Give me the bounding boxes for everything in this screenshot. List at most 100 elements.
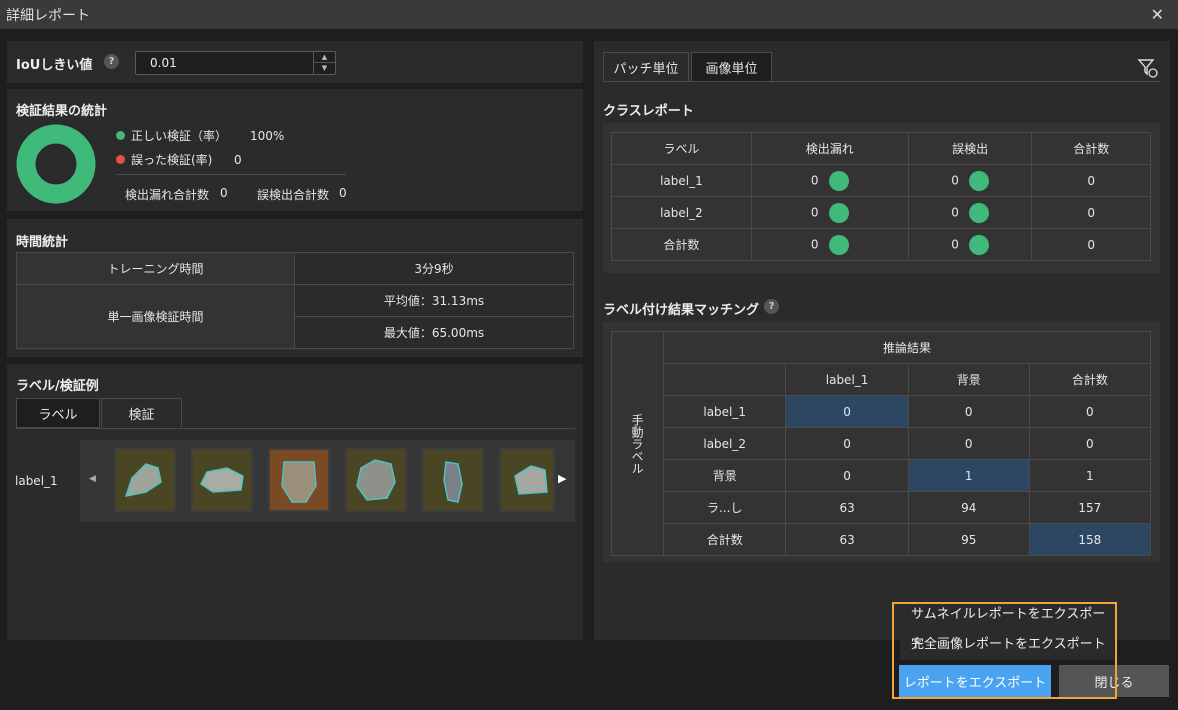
help-icon[interactable]: ? — [764, 299, 779, 314]
matrix-cell: 63 — [785, 523, 909, 556]
thumbnail-image — [347, 450, 405, 510]
matching-box: 手動ラベル 推論結果 label_1 背景 合計数 label_1 0 0 0 … — [603, 322, 1160, 562]
thumbnail-image — [424, 450, 482, 510]
status-dot-icon — [828, 234, 849, 255]
single-label: 単一画像検証時間 — [16, 284, 295, 349]
status-dot-icon — [828, 202, 849, 223]
false-cell: 0 — [907, 164, 1033, 197]
spin-down-icon[interactable]: ▼ — [314, 63, 335, 74]
matrix-cell: 0 — [907, 395, 1030, 428]
example-row-label: label_1 — [15, 474, 58, 488]
spin-up-icon[interactable]: ▲ — [314, 52, 335, 63]
table-row: ラ...し 63 94 157 — [612, 491, 1152, 524]
next-arrow-icon[interactable]: ▶ — [558, 472, 566, 485]
unit-tabs-underline — [603, 81, 1160, 82]
matrix-cell: 94 — [907, 491, 1030, 524]
row-label: label_2 — [662, 427, 787, 460]
thumbnail[interactable] — [422, 448, 484, 512]
row-label: ラ...し — [662, 491, 787, 524]
matrix-cell: 0 — [1028, 395, 1152, 428]
iou-value[interactable]: 0.01 — [150, 56, 177, 70]
iou-threshold-input[interactable]: 0.01 ▲ ▼ — [135, 51, 336, 75]
col-header: 誤検出 — [907, 132, 1033, 165]
status-dot-icon — [968, 170, 989, 191]
matrix-cell: 0 — [785, 395, 909, 428]
donut-chart — [16, 124, 96, 204]
thumbnail[interactable] — [114, 448, 176, 512]
unit-tabs: パッチ単位 画像単位 — [603, 52, 772, 82]
close-icon[interactable]: ✕ — [1151, 5, 1164, 24]
sample-shape-icon — [514, 465, 548, 495]
matching-title: ラベル付け結果マッチング — [603, 303, 760, 318]
matching-table: 手動ラベル 推論結果 label_1 背景 合計数 label_1 0 0 0 … — [611, 331, 1152, 556]
status-dot-icon — [968, 234, 989, 255]
thumbnail[interactable] — [191, 448, 253, 512]
example-tabs: ラベル 検証 — [16, 398, 182, 428]
thumbnail[interactable] — [499, 448, 555, 512]
status-dot-icon — [968, 202, 989, 223]
matrix-cell: 1 — [907, 459, 1030, 492]
false-value: 0 — [951, 205, 959, 219]
max-value: 最大値：65.00ms — [294, 316, 574, 349]
correct-value: 100% — [250, 128, 285, 143]
false-value: 0 — [951, 173, 959, 187]
class-report-box: ラベル 検出漏れ 誤検出 合計数 label_1 0 0 0 label_2 0… — [603, 123, 1160, 273]
export-thumbnail-menu-item[interactable]: サムネイルレポートをエクスポート — [900, 600, 1114, 652]
row-label: label_1 — [611, 164, 752, 197]
time-panel: 時間統計 トレーニング時間 3分9秒 単一画像検証時間 平均値：31.13ms … — [7, 219, 583, 357]
thumbnail[interactable] — [268, 448, 330, 512]
false-value: 0 — [339, 186, 347, 200]
correct-legend: 正しい検証（率） 100% — [116, 127, 284, 144]
time-title: 時間統計 — [16, 235, 69, 250]
matrix-cell: 0 — [1028, 427, 1152, 460]
tab-patch[interactable]: パッチ単位 — [603, 52, 689, 82]
title-bar: 詳細レポート ✕ — [0, 0, 1178, 29]
wrong-value: 0 — [234, 152, 242, 167]
matrix-cell: 0 — [907, 427, 1030, 460]
tab-verify[interactable]: 検証 — [101, 398, 182, 428]
false-cell: 0 — [907, 228, 1033, 261]
matrix-cell: 95 — [907, 523, 1030, 556]
col-header: 合計数 — [1028, 363, 1152, 396]
stats-title: 検証結果の統計 — [16, 104, 108, 119]
thumbnail[interactable] — [345, 448, 407, 512]
time-table: トレーニング時間 3分9秒 単一画像検証時間 平均値：31.13ms 最大値：6… — [16, 252, 574, 349]
matrix-cell: 158 — [1028, 523, 1152, 556]
export-full-menu-item[interactable]: 完全画像レポートをエクスポート — [900, 630, 1114, 660]
training-label: トレーニング時間 — [16, 252, 295, 285]
correct-label: 正しい検証（率） — [131, 129, 228, 143]
examples-title: ラベル/検証例 — [16, 379, 99, 394]
sample-shape-icon — [281, 461, 317, 503]
matrix-cell: 157 — [1028, 491, 1152, 524]
missed-cell: 0 — [750, 196, 909, 229]
prev-arrow-icon[interactable]: ◀ — [89, 474, 96, 484]
correct-dot — [116, 131, 125, 140]
table-row: 合計数 63 95 158 — [612, 523, 1152, 556]
table-row: label_2 0 0 0 — [611, 196, 1151, 229]
missed-label: 検出漏れ合計数 — [125, 188, 210, 202]
matrix-cell: 1 — [1028, 459, 1152, 492]
table-row: label_2 0 0 0 — [612, 427, 1152, 460]
tab-underline — [16, 428, 575, 429]
col-header: 背景 — [907, 363, 1030, 396]
avg-value: 平均値：31.13ms — [294, 284, 574, 317]
tab-image[interactable]: 画像単位 — [691, 52, 772, 82]
close-button[interactable]: 閉じる — [1059, 665, 1169, 697]
help-icon[interactable]: ? — [104, 54, 119, 69]
thumbnail-image — [116, 450, 174, 510]
total-cell: 0 — [1031, 164, 1151, 197]
row-label: 背景 — [662, 459, 787, 492]
table-row: 合計数 0 0 0 — [611, 228, 1151, 261]
row-label: label_1 — [662, 395, 787, 428]
matrix-cell: 0 — [785, 427, 909, 460]
tab-label[interactable]: ラベル — [16, 398, 100, 428]
row-label: 合計数 — [662, 523, 787, 556]
thumbnail-strip: ◀ ▶ — [80, 440, 575, 522]
sample-shape-icon — [443, 461, 463, 503]
class-report-title: クラスレポート — [603, 104, 694, 119]
row-label: 合計数 — [611, 228, 752, 261]
missed-value: 0 — [810, 237, 819, 251]
filter-settings-icon[interactable] — [1137, 57, 1159, 79]
divider — [116, 174, 346, 175]
export-report-button[interactable]: レポートをエクスポート — [899, 665, 1051, 697]
